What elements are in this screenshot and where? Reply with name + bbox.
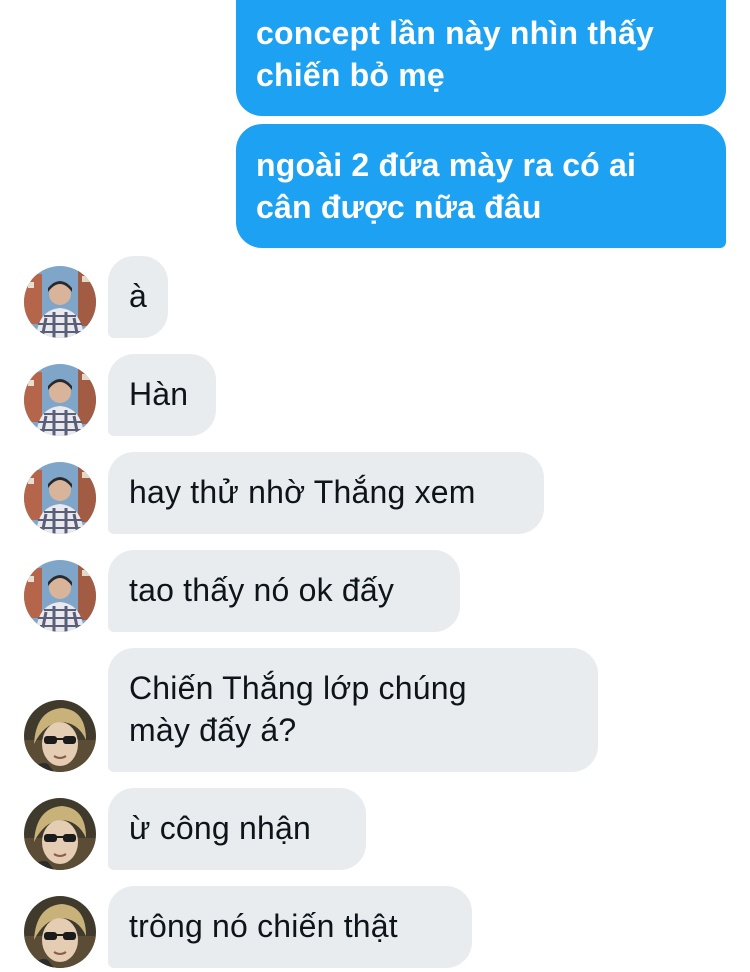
avatar-b[interactable] <box>24 896 96 968</box>
avatar-a[interactable] <box>24 560 96 632</box>
incoming-message[interactable]: Chiến Thắng lớp chúng mày đấy á? <box>108 648 598 772</box>
avatar-b-image <box>24 700 96 772</box>
avatar-b[interactable] <box>24 798 96 870</box>
chat-thread: concept lần này nhìn thấy chiến bỏ mẹ ng… <box>0 0 750 972</box>
avatar-a[interactable] <box>24 364 96 436</box>
avatar-a-image <box>24 462 96 534</box>
outgoing-message[interactable]: ngoài 2 đứa mày ra có ai cân được nữa đâ… <box>236 124 726 248</box>
avatar-b-image <box>24 896 96 968</box>
avatar-a[interactable] <box>24 462 96 534</box>
incoming-message[interactable]: tao thấy nó ok đấy <box>108 550 460 632</box>
avatar-a[interactable] <box>24 266 96 338</box>
incoming-message[interactable]: Hàn <box>108 354 216 436</box>
avatar-a-image <box>24 364 96 436</box>
incoming-message[interactable]: hay thử nhờ Thắng xem <box>108 452 544 534</box>
outgoing-message[interactable]: concept lần này nhìn thấy chiến bỏ mẹ <box>236 0 726 116</box>
avatar-b[interactable] <box>24 700 96 772</box>
incoming-message[interactable]: ừ công nhận <box>108 788 366 870</box>
avatar-a-image <box>24 266 96 338</box>
avatar-a-image <box>24 560 96 632</box>
incoming-message[interactable]: trông nó chiến thật <box>108 886 472 968</box>
incoming-message[interactable]: à <box>108 256 168 338</box>
avatar-b-image <box>24 798 96 870</box>
